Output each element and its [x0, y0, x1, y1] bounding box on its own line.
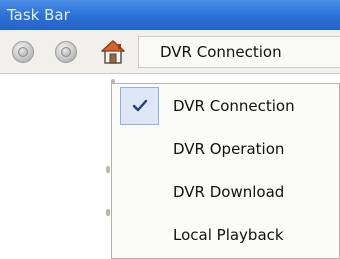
menu-item-local-playback[interactable]: Local Playback [112, 214, 340, 256]
round-button-2[interactable] [55, 41, 77, 63]
menu-item-dvr-operation[interactable]: DVR Operation [112, 128, 340, 170]
home-button[interactable] [100, 39, 126, 65]
view-selector[interactable]: DVR Connection [138, 36, 340, 68]
divider-mark [106, 209, 110, 216]
check-cell [120, 87, 159, 125]
checkmark-icon [132, 99, 148, 112]
divider-mark [106, 166, 110, 173]
home-icon [101, 40, 125, 64]
toolbar: DVR Connection [0, 30, 340, 74]
dropdown-menu: DVR Connection DVR Operation DVR Downloa… [111, 83, 340, 259]
round-button-1[interactable] [12, 41, 34, 63]
menu-item-label: Local Playback [173, 226, 284, 244]
menu-item-dvr-connection[interactable]: DVR Connection [112, 85, 340, 127]
window-title-bar: Task Bar [0, 0, 340, 30]
menu-item-label: DVR Download [173, 183, 285, 201]
disabled-round-icon [61, 47, 71, 57]
window-title: Task Bar [7, 6, 70, 24]
menu-item-label: DVR Connection [173, 97, 295, 115]
disabled-round-icon [18, 47, 28, 57]
view-selector-value: DVR Connection [160, 43, 282, 61]
menu-item-dvr-download[interactable]: DVR Download [112, 171, 340, 213]
menu-item-label: DVR Operation [173, 140, 285, 158]
